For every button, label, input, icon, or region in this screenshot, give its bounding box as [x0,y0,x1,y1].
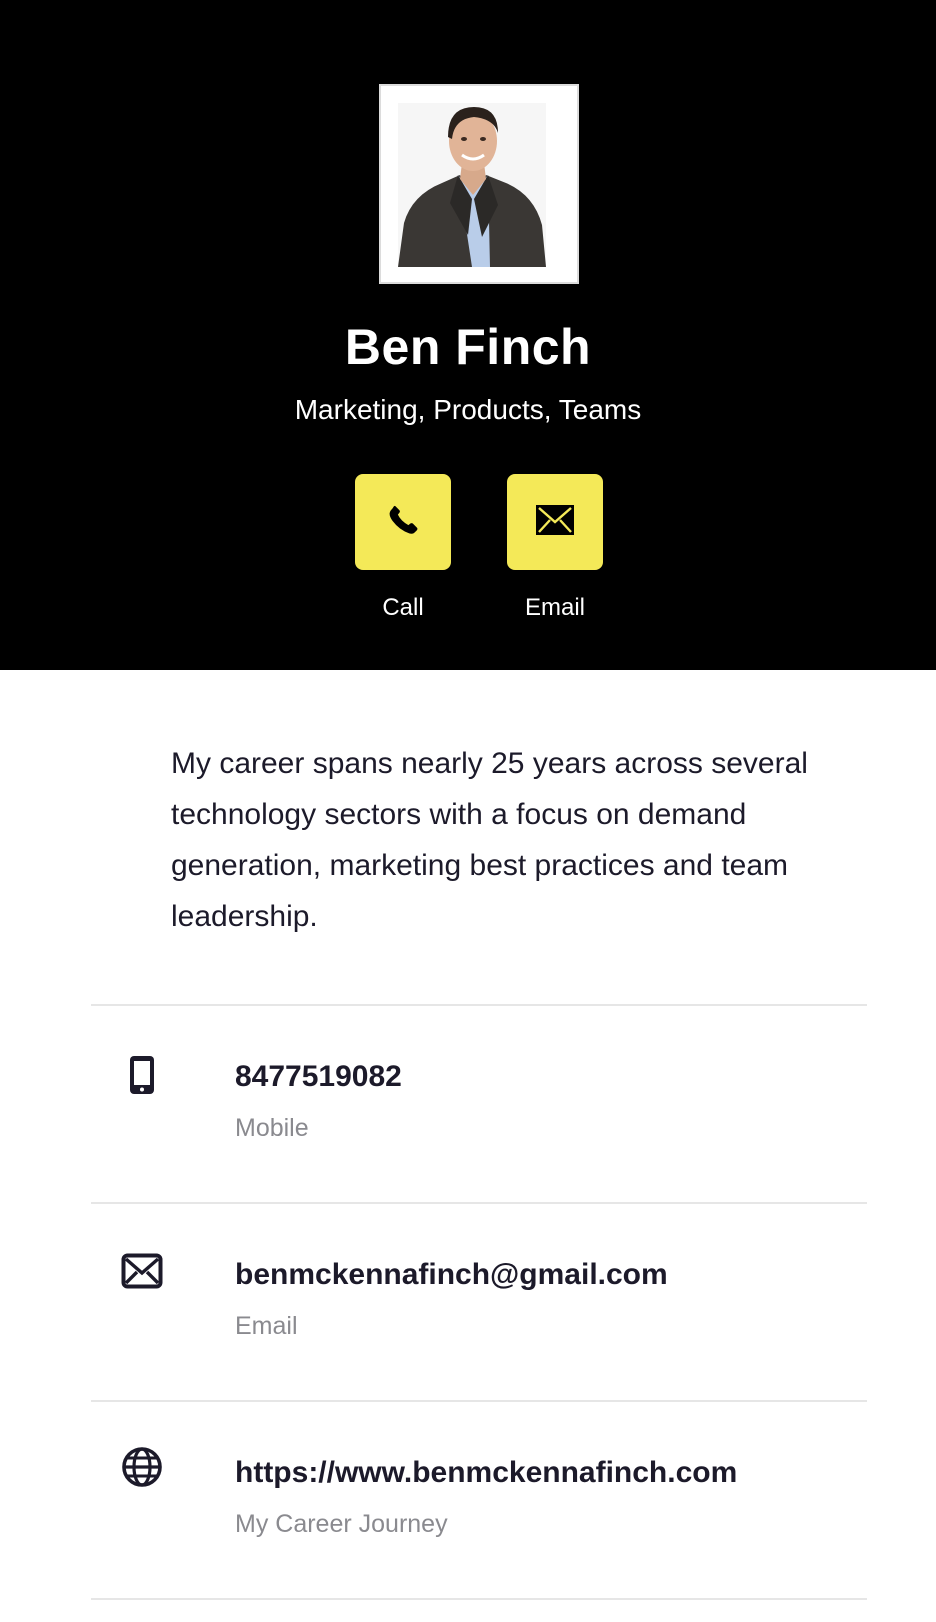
contact-row-website[interactable]: https://www.benmckennafinch.com My Caree… [91,1402,867,1598]
profile-bio: My career spans nearly 25 years across s… [171,747,808,933]
profile-name: Ben Finch [344,319,592,375]
email-button-label: Email [524,594,585,621]
phone-icon [386,503,420,542]
divider [91,1598,867,1600]
contact-value: benmckennafinch@gmail.com [235,1258,668,1291]
email-button[interactable] [507,474,603,570]
envelope-icon [534,503,576,542]
contact-row-email[interactable]: benmckennafinch@gmail.com Email [91,1204,867,1400]
profile-header: Ben Finch Marketing, Products, Teams Cal… [0,0,936,670]
contact-value: https://www.benmckennafinch.com [235,1456,738,1489]
contact-value: 8477519082 [235,1060,402,1093]
contact-label: My Career Journey [235,1510,448,1538]
profile-photo-frame [379,84,579,284]
globe-icon [119,1444,165,1490]
mobile-phone-icon [119,1052,165,1098]
contact-label: Mobile [235,1114,309,1142]
call-button[interactable] [355,474,451,570]
envelope-icon [119,1248,165,1294]
profile-photo [398,103,546,267]
contact-row-mobile[interactable]: 8477519082 Mobile [91,1006,867,1202]
call-button-label: Call [382,594,424,621]
profile-headline: Marketing, Products, Teams [294,394,642,425]
contact-label: Email [235,1312,298,1340]
